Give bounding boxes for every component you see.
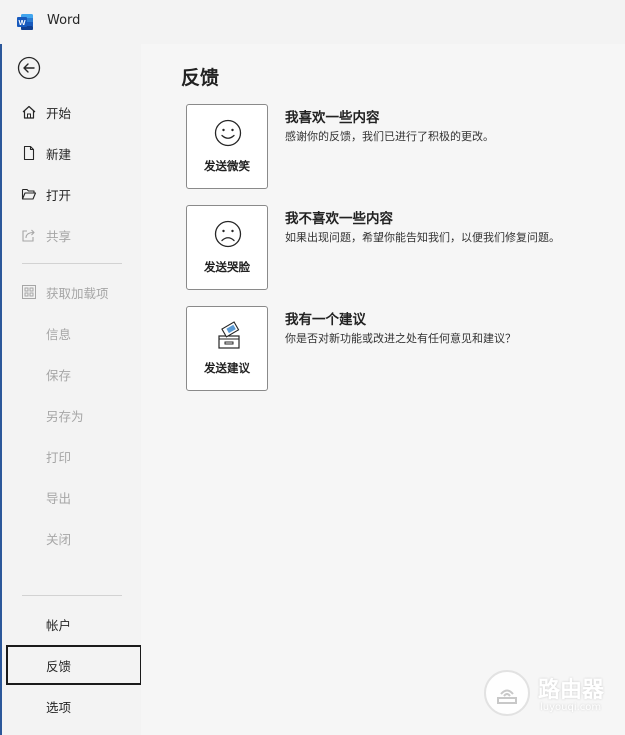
sidebar-item-feedback[interactable]: 反馈: [6, 645, 142, 685]
sidebar-item-open[interactable]: 打开: [2, 175, 141, 213]
watermark: 路由器 luyouqi.com: [484, 668, 624, 724]
sidebar-item-home[interactable]: 开始: [2, 93, 141, 131]
title-bar: W Word: [0, 0, 625, 44]
sidebar-item-print[interactable]: 打印: [2, 437, 141, 475]
sidebar-item-label: 另存为: [46, 408, 84, 424]
sidebar-item-label: 新建: [46, 146, 72, 162]
app-title: Word: [47, 13, 81, 28]
send-suggestion-button[interactable]: 发送建议: [186, 306, 268, 391]
watermark-text: 路由器: [538, 678, 605, 703]
send-frown-button[interactable]: 发送哭脸: [186, 205, 268, 290]
smile-face-icon: [214, 119, 242, 147]
sidebar-item-label: 获取加载项: [46, 285, 109, 301]
watermark-url: luyouqi.com: [540, 702, 602, 713]
feedback-desc-like: 感谢你的反馈，我们已进行了积极的更改。: [285, 130, 494, 143]
frown-face-icon: [214, 220, 242, 248]
svg-text:W: W: [18, 18, 26, 27]
feedback-desc-dislike: 如果出现问题，希望你能告知我们，以便我们修复问题。: [285, 231, 560, 244]
sidebar-item-share[interactable]: 共享: [2, 216, 141, 254]
page-title: 反馈: [181, 67, 220, 89]
word-logo-icon: W: [17, 14, 33, 30]
sidebar-item-label: 共享: [46, 228, 72, 244]
home-icon: [22, 105, 36, 119]
sidebar-item-save-as[interactable]: 另存为: [2, 396, 141, 434]
sidebar-item-label: 保存: [46, 367, 72, 383]
feedback-title-suggestion: 我有一个建议: [285, 312, 366, 328]
backstage-sidebar: 开始 新建 打开 共享 获取加载项 信息 保存 另存为 打印 导出 关闭 帐户 …: [0, 44, 142, 735]
sidebar-item-label: 打印: [46, 449, 72, 465]
send-smile-button[interactable]: 发送微笑: [186, 104, 268, 189]
sidebar-item-new[interactable]: 新建: [2, 134, 141, 172]
sidebar-item-close[interactable]: 关闭: [2, 519, 141, 557]
sidebar-item-label: 打开: [46, 187, 72, 203]
sidebar-item-get-addins[interactable]: 获取加载项: [2, 273, 141, 311]
sidebar-separator: [22, 595, 122, 596]
send-smile-label: 发送微笑: [204, 159, 250, 173]
sidebar-item-info[interactable]: 信息: [2, 314, 141, 352]
sidebar-item-label: 导出: [46, 490, 72, 506]
sidebar-separator: [22, 263, 122, 264]
share-icon: [22, 229, 35, 242]
sidebar-item-export[interactable]: 导出: [2, 478, 141, 516]
feedback-title-dislike: 我不喜欢一些内容: [285, 211, 393, 227]
feedback-desc-suggestion: 你是否对新功能或改进之处有任何意见和建议？: [285, 332, 516, 345]
sidebar-item-label: 选项: [46, 699, 72, 715]
sidebar-item-label: 反馈: [46, 658, 72, 674]
send-suggestion-label: 发送建议: [204, 361, 250, 375]
sidebar-item-label: 帐户: [46, 617, 72, 633]
feedback-pane: 反馈 发送微笑 我喜欢一些内容 感谢你的反馈，我们已进行了积极的更改。 发送哭脸…: [141, 44, 625, 735]
feedback-title-like: 我喜欢一些内容: [285, 110, 380, 126]
suggestion-box-icon: [218, 321, 240, 349]
sidebar-item-save[interactable]: 保存: [2, 355, 141, 393]
sidebar-item-label: 信息: [46, 326, 72, 342]
folder-open-icon: [21, 188, 37, 200]
sidebar-item-label: 开始: [46, 105, 72, 121]
send-frown-label: 发送哭脸: [204, 260, 250, 274]
router-logo-icon: [484, 670, 530, 716]
back-arrow-icon[interactable]: [17, 56, 41, 80]
addins-grid-icon: [22, 285, 36, 299]
sidebar-item-account[interactable]: 帐户: [2, 605, 141, 643]
sidebar-item-options[interactable]: 选项: [2, 687, 141, 725]
new-document-icon: [23, 145, 35, 161]
sidebar-item-label: 关闭: [46, 531, 72, 547]
